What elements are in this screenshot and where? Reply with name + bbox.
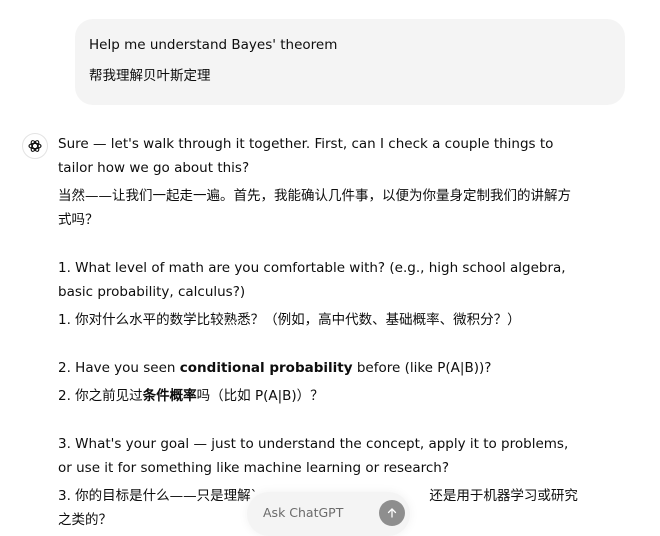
arrow-up-icon [387, 508, 397, 518]
chatgpt-logo-icon [22, 133, 48, 159]
composer[interactable]: Ask ChatGPT [247, 492, 410, 536]
question-3-en: 3. What's your goal — just to understand… [58, 436, 569, 476]
user-message-line-zh: 帮我理解贝叶斯定理 [89, 68, 211, 84]
question-1-en: 1. What level of math are you comfortabl… [58, 260, 566, 300]
composer-input[interactable]: Ask ChatGPT [263, 505, 343, 520]
assistant-message: Sure — let's walk through it together. F… [58, 132, 578, 536]
question-1-zh: 1. 你对什么水平的数学比较熟悉？（例如，高中代数、基础概率、微积分？） [58, 312, 521, 328]
question-2-zh: 2. 你之前见过条件概率吗（比如 P(A|B)）？ [58, 388, 324, 404]
intro-zh: 当然——让我们一起走一遍。首先，我能确认几件事，以便为你量身定制我们的讲解方式吗… [58, 188, 571, 228]
question-2-en: 2. Have you seen conditional probability… [58, 360, 492, 376]
send-button[interactable] [379, 500, 405, 526]
bold-term-en: conditional probability [179, 360, 353, 376]
intro-en: Sure — let's walk through it together. F… [58, 136, 554, 176]
bold-term-zh: 条件概率 [142, 388, 197, 404]
user-message-bubble: Help me understand Bayes' theorem 帮我理解贝叶… [75, 19, 625, 105]
user-message-line-en: Help me understand Bayes' theorem [89, 37, 338, 53]
